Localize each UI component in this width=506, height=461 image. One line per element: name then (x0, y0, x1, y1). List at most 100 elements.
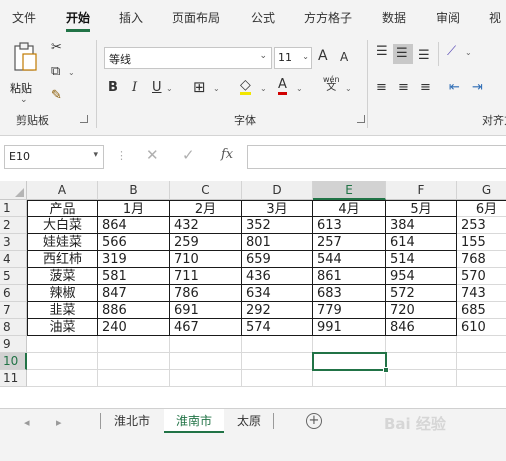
align-left-icon[interactable]: ≡ (376, 80, 387, 95)
border-icon[interactable]: ⊞ (193, 78, 206, 96)
cell-d10[interactable] (242, 353, 313, 370)
cell-c3[interactable]: 259 (170, 234, 242, 251)
cell-b3[interactable]: 566 (98, 234, 170, 251)
cell-c5[interactable]: 711 (170, 268, 242, 285)
dialog-launcher-icon[interactable] (357, 115, 365, 123)
cell-a1[interactable]: 产品 (27, 200, 98, 217)
active-cell-border[interactable] (312, 352, 389, 373)
row-header-4[interactable]: 4 (0, 251, 27, 268)
phonetic-icon[interactable]: wén 文 (323, 76, 340, 93)
cell-d4[interactable]: 659 (242, 251, 313, 268)
cut-icon[interactable]: ✂ (51, 40, 62, 55)
insert-function-button[interactable]: fx (221, 147, 233, 162)
italic-button[interactable]: I (132, 80, 137, 95)
cell-c2[interactable]: 432 (170, 217, 242, 234)
cell-g7[interactable]: 685 (457, 302, 506, 319)
cell-d5[interactable]: 436 (242, 268, 313, 285)
tab-view[interactable]: 视 (489, 9, 501, 26)
cell-g5[interactable]: 570 (457, 268, 506, 285)
cell-e8[interactable]: 991 (313, 319, 386, 336)
cell-c8[interactable]: 467 (170, 319, 242, 336)
cell-c10[interactable] (170, 353, 242, 370)
cell-e2[interactable]: 613 (313, 217, 386, 234)
cell-g10[interactable] (457, 353, 506, 370)
cell-g11[interactable] (457, 370, 506, 387)
chevron-down-icon[interactable]: ⌄ (260, 84, 267, 93)
decrease-indent-icon[interactable]: ⇤ (449, 80, 460, 95)
cell-f5[interactable]: 954 (386, 268, 457, 285)
cell-a6[interactable]: 辣椒 (27, 285, 98, 302)
cell-f8[interactable]: 846 (386, 319, 457, 336)
chevron-down-icon[interactable]: ⌄ (213, 84, 220, 93)
cell-f1[interactable]: 5月 (386, 200, 457, 217)
cell-g8[interactable]: 610 (457, 319, 506, 336)
scroll-left-icon[interactable]: ◂ (24, 416, 30, 429)
row-header-1[interactable]: 1 (0, 200, 27, 217)
cell-e6[interactable]: 683 (313, 285, 386, 302)
cell-d6[interactable]: 634 (242, 285, 313, 302)
worksheet-grid[interactable]: ABCDEFG 1 2 3 4 5 6 7 8 9 10 11 产品 1月 2月 3月 4月 5月 6月 大白菜 8… (0, 181, 506, 408)
cell-b8[interactable]: 240 (98, 319, 170, 336)
cell-a4[interactable]: 西红柿 (27, 251, 98, 268)
orientation-icon[interactable]: ⟋ (447, 44, 456, 59)
cell-a8[interactable]: 油菜 (27, 319, 98, 336)
cell-a11[interactable] (27, 370, 98, 387)
column-header-b[interactable]: B (98, 181, 170, 200)
cell-d8[interactable]: 574 (242, 319, 313, 336)
tab-formulas[interactable]: 公式 (251, 9, 275, 26)
row-header-10[interactable]: 10 (0, 353, 27, 370)
column-header-f[interactable]: F (386, 181, 457, 200)
font-color-icon[interactable]: A (278, 78, 287, 95)
cell-g4[interactable]: 768 (457, 251, 506, 268)
row-header-3[interactable]: 3 (0, 234, 27, 251)
row-header-11[interactable]: 11 (0, 370, 27, 387)
cell-c4[interactable]: 710 (170, 251, 242, 268)
fill-color-icon[interactable]: ◇ (240, 78, 251, 95)
cell-a2[interactable]: 大白菜 (27, 217, 98, 234)
shrink-font-button[interactable]: A (340, 50, 348, 64)
cell-c7[interactable]: 691 (170, 302, 242, 319)
cell-f2[interactable]: 384 (386, 217, 457, 234)
cell-e11[interactable] (313, 370, 386, 387)
add-sheet-button[interactable]: + (306, 413, 322, 429)
cell-c1[interactable]: 2月 (170, 200, 242, 217)
format-painter-icon[interactable]: ✎ (51, 88, 62, 103)
cell-d2[interactable]: 352 (242, 217, 313, 234)
increase-indent-icon[interactable]: ⇥ (472, 80, 483, 95)
cell-e4[interactable]: 544 (313, 251, 386, 268)
cell-a9[interactable] (27, 336, 98, 353)
sheet-tab-taiyuan[interactable]: 太原 (226, 409, 272, 433)
tab-insert[interactable]: 插入 (119, 9, 143, 26)
cell-b9[interactable] (98, 336, 170, 353)
tab-fangfang[interactable]: 方方格子 (304, 9, 352, 26)
select-all-button[interactable] (0, 181, 27, 200)
tab-home[interactable]: 开始 (66, 9, 91, 32)
cell-b6[interactable]: 847 (98, 285, 170, 302)
column-header-e[interactable]: E (313, 181, 386, 200)
scroll-right-icon[interactable]: ▸ (56, 416, 62, 429)
cell-b4[interactable]: 319 (98, 251, 170, 268)
align-middle-icon[interactable]: ☰ (396, 46, 408, 61)
row-header-8[interactable]: 8 (0, 319, 27, 336)
chevron-down-icon[interactable]: ⌄ (166, 84, 173, 93)
cell-e5[interactable]: 861 (313, 268, 386, 285)
cell-g2[interactable]: 253 (457, 217, 506, 234)
cell-e9[interactable] (313, 336, 386, 353)
cell-f9[interactable] (386, 336, 457, 353)
tab-file[interactable]: 文件 (12, 9, 36, 26)
cell-c11[interactable] (170, 370, 242, 387)
enter-icon[interactable]: ✓ (182, 146, 195, 164)
cell-f4[interactable]: 514 (386, 251, 457, 268)
cell-f3[interactable]: 614 (386, 234, 457, 251)
cell-c6[interactable]: 786 (170, 285, 242, 302)
tab-review[interactable]: 审阅 (436, 9, 460, 26)
row-header-5[interactable]: 5 (0, 268, 27, 285)
underline-button[interactable]: U (152, 80, 162, 95)
cell-f10[interactable] (386, 353, 457, 370)
cell-a3[interactable]: 娃娃菜 (27, 234, 98, 251)
copy-icon[interactable]: ⧉ (51, 64, 60, 79)
cell-b11[interactable] (98, 370, 170, 387)
cell-b7[interactable]: 886 (98, 302, 170, 319)
row-header-6[interactable]: 6 (0, 285, 27, 302)
cell-a5[interactable]: 菠菜 (27, 268, 98, 285)
